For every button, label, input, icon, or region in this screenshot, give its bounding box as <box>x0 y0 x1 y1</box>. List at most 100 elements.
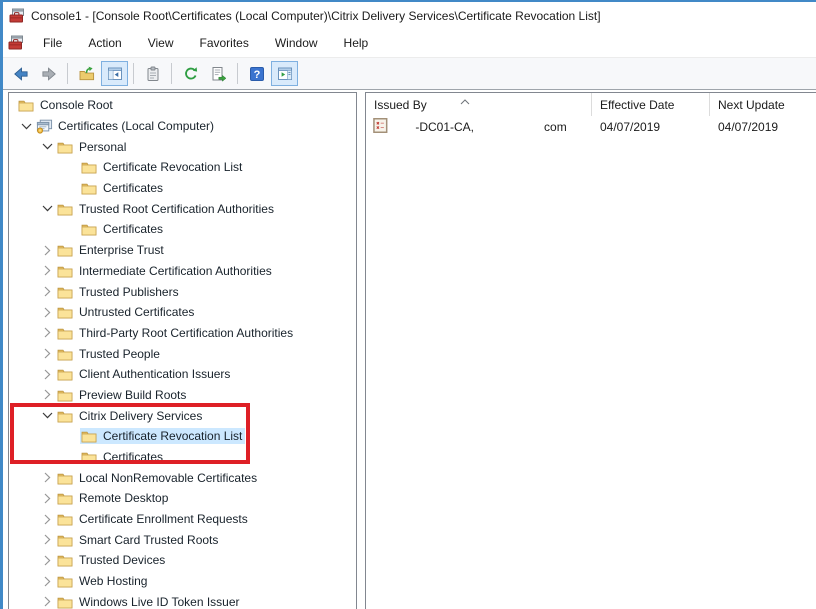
tree-item-local-nonremovable-certificates[interactable]: Local NonRemovable Certificates <box>9 467 356 488</box>
folder-icon <box>57 285 75 299</box>
folder-icon <box>57 409 75 423</box>
refresh-icon <box>183 66 199 82</box>
tree-item-enterprise-trust[interactable]: Enterprise Trust <box>9 240 356 261</box>
folder-icon <box>57 512 75 526</box>
tree-item-trusted-devices[interactable]: Trusted Devices <box>9 550 356 571</box>
menu-view[interactable]: View <box>135 31 187 55</box>
tree-item-label: Web Hosting <box>79 574 147 588</box>
folder-icon <box>57 553 75 567</box>
tree-item-third-party-root-certification-authorities[interactable]: Third-Party Root Certification Authoriti… <box>9 323 356 344</box>
crl-list-row[interactable]: -DC01-CA, com 04/07/2019 04/07/2019 <box>366 116 816 137</box>
tree-item-certificates[interactable]: Certificates <box>9 219 356 240</box>
menu-help[interactable]: Help <box>331 31 382 55</box>
folder-icon <box>57 367 75 381</box>
tree-item-label: Preview Build Roots <box>79 388 186 402</box>
chevron-down-icon[interactable] <box>17 117 35 135</box>
chevron-right-icon[interactable] <box>38 262 56 280</box>
folder-icon <box>57 202 75 216</box>
chevron-right-icon[interactable] <box>38 324 56 342</box>
column-header-next-update[interactable]: Next Update <box>710 93 816 116</box>
tree-item-certificate-revocation-list[interactable]: Certificate Revocation List <box>9 426 356 447</box>
tree-item-web-hosting[interactable]: Web Hosting <box>9 571 356 592</box>
chevron-right-icon[interactable] <box>38 510 56 528</box>
tree-item-windows-live-id-token-issuer[interactable]: Windows Live ID Token Issuer <box>9 592 356 609</box>
up-one-level-button[interactable] <box>73 61 100 86</box>
chevron-down-icon[interactable] <box>38 407 56 425</box>
tree-item-trusted-root-certification-authorities[interactable]: Trusted Root Certification Authorities <box>9 198 356 219</box>
tree-item-smart-card-trusted-roots[interactable]: Smart Card Trusted Roots <box>9 529 356 550</box>
chevron-down-icon[interactable] <box>38 138 56 156</box>
tree-item-label: Enterprise Trust <box>79 243 164 257</box>
chevron-right-icon[interactable] <box>38 283 56 301</box>
chevron-right-icon[interactable] <box>38 469 56 487</box>
tree-item-intermediate-certification-authorities[interactable]: Intermediate Certification Authorities <box>9 261 356 282</box>
chevron-right-icon[interactable] <box>38 241 56 259</box>
tree-item-client-authentication-issuers[interactable]: Client Authentication Issuers <box>9 364 356 385</box>
chevron-down-icon[interactable] <box>38 200 56 218</box>
folder-icon <box>81 222 99 236</box>
tree-item-untrusted-certificates[interactable]: Untrusted Certificates <box>9 302 356 323</box>
tree-item-certificate-revocation-list[interactable]: Certificate Revocation List <box>9 157 356 178</box>
menu-action[interactable]: Action <box>75 31 134 55</box>
tree-item-personal[interactable]: Personal <box>9 136 356 157</box>
tree-item-citrix-delivery-services[interactable]: Citrix Delivery Services <box>9 405 356 426</box>
tree-item-certificate-enrollment-requests[interactable]: Certificate Enrollment Requests <box>9 509 356 530</box>
folder-icon <box>57 595 75 609</box>
show-action-pane-button[interactable] <box>271 61 298 86</box>
help-button[interactable]: ? <box>243 61 270 86</box>
chevron-right-icon[interactable] <box>38 386 56 404</box>
issued-by-cell: -DC01-CA, com <box>366 118 592 136</box>
tree-item-console-root[interactable]: Console Root <box>9 95 356 116</box>
tree-item-certificates[interactable]: Certificates <box>9 178 356 199</box>
chevron-right-icon[interactable] <box>38 572 56 590</box>
tree-item-label: Intermediate Certification Authorities <box>79 264 272 278</box>
content-area: Console RootCertificates (Local Computer… <box>3 90 816 609</box>
toolbar-separator <box>133 63 134 84</box>
folder-icon <box>57 305 75 319</box>
tree-item-trusted-people[interactable]: Trusted People <box>9 343 356 364</box>
menu-favorites[interactable]: Favorites <box>187 31 262 55</box>
tree-item-certificates-local-computer[interactable]: Certificates (Local Computer) <box>9 116 356 137</box>
tree-item-trusted-publishers[interactable]: Trusted Publishers <box>9 281 356 302</box>
chevron-right-icon[interactable] <box>38 593 56 609</box>
show-console-tree-button[interactable] <box>101 61 128 86</box>
tree-item-label: Trusted Devices <box>79 553 165 567</box>
tree-item-certificates[interactable]: Certificates <box>9 447 356 468</box>
refresh-button[interactable] <box>177 61 204 86</box>
tree-item-remote-desktop[interactable]: Remote Desktop <box>9 488 356 509</box>
svg-text:?: ? <box>253 69 260 81</box>
chevron-placeholder <box>62 427 80 445</box>
forward-button[interactable] <box>35 61 62 86</box>
chevron-right-icon[interactable] <box>38 489 56 507</box>
tree-item-label: Trusted Root Certification Authorities <box>79 202 274 216</box>
chevron-right-icon[interactable] <box>38 531 56 549</box>
properties-button[interactable] <box>139 61 166 86</box>
chevron-placeholder <box>62 179 80 197</box>
sort-ascending-icon <box>460 94 470 108</box>
tree-item-label: Trusted Publishers <box>79 285 179 299</box>
tree-item-label: Untrusted Certificates <box>79 305 194 319</box>
toolbar-separator <box>67 63 68 84</box>
folder-icon <box>57 326 75 340</box>
mmc-console-window: Console1 - [Console Root\Certificates (L… <box>0 0 816 609</box>
export-list-button[interactable] <box>205 61 232 86</box>
chevron-right-icon[interactable] <box>38 303 56 321</box>
column-header-effective-date[interactable]: Effective Date <box>592 93 710 116</box>
chevron-placeholder <box>62 448 80 466</box>
column-header-issued-by[interactable]: Issued By <box>366 93 592 116</box>
back-button[interactable] <box>7 61 34 86</box>
tree-item-preview-build-roots[interactable]: Preview Build Roots <box>9 385 356 406</box>
menu-file[interactable]: File <box>30 31 75 55</box>
export-list-icon <box>211 66 227 82</box>
tree-item-label: Remote Desktop <box>79 491 168 505</box>
child-window-icon <box>8 35 26 51</box>
menu-window[interactable]: Window <box>262 31 331 55</box>
folder-icon <box>57 140 75 154</box>
chevron-right-icon[interactable] <box>38 551 56 569</box>
chevron-right-icon[interactable] <box>38 345 56 363</box>
chevron-right-icon[interactable] <box>38 365 56 383</box>
folder-icon <box>57 533 75 547</box>
tree-item-label: Certificates <box>103 450 163 464</box>
column-header-label: Next Update <box>718 98 785 112</box>
tree-item-label: Client Authentication Issuers <box>79 367 230 381</box>
